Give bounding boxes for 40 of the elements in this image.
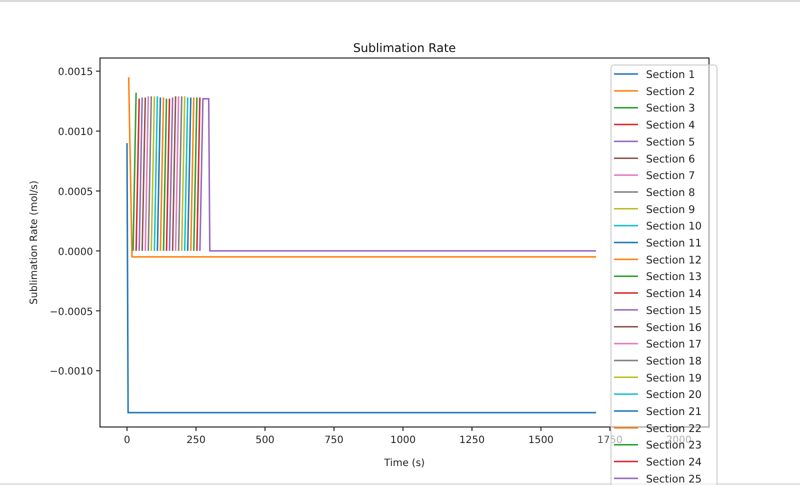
x-tick-label: 500 (255, 435, 275, 446)
legend-label: Section 9 (646, 204, 696, 216)
legend-label: Section 5 (646, 136, 696, 148)
legend-label: Section 14 (646, 288, 702, 300)
y-axis-label: Sublimation Rate (mol/s) (29, 180, 40, 304)
y-tick-label: −0.0005 (50, 306, 93, 318)
y-tick-label: 0.0000 (58, 246, 93, 258)
y-tick-label: −0.0010 (50, 366, 93, 378)
legend-label: Section 12 (646, 254, 702, 266)
x-tick-label: 750 (324, 435, 344, 446)
legend-label: Section 4 (646, 120, 696, 132)
legend-label: Section 6 (646, 153, 696, 166)
x-tick-label: 250 (186, 435, 206, 446)
legend-label: Section 24 (646, 456, 702, 469)
legend-label: Section 13 (646, 271, 702, 284)
legend-label: Section 7 (646, 170, 696, 182)
y-tick-label: 0.0015 (58, 67, 93, 78)
x-tick-label: 0 (124, 435, 130, 446)
chart-title: Sublimation Rate (353, 41, 456, 55)
legend-label: Section 19 (646, 372, 702, 384)
legend-label: Section 16 (646, 322, 702, 334)
legend-label: Section 15 (646, 304, 702, 317)
legend-label: Section 25 (646, 473, 702, 485)
x-tick-label: 1000 (390, 435, 416, 446)
legend-label: Section 21 (646, 406, 702, 418)
y-tick-label: 0.0010 (58, 127, 93, 138)
legend-label: Section 11 (646, 238, 702, 250)
legend-label: Section 8 (646, 186, 696, 199)
x-axis-label: Time (s) (384, 458, 425, 469)
legend-label: Section 20 (646, 389, 702, 402)
legend-label: Section 2 (646, 86, 696, 98)
legend-label: Section 17 (646, 338, 702, 351)
x-tick-label: 1250 (459, 435, 485, 446)
y-tick-label: 0.0005 (58, 186, 93, 198)
legend-label: Section 18 (646, 355, 702, 368)
legend-label: Section 22 (646, 422, 702, 435)
x-tick-label: 1500 (528, 435, 554, 446)
legend-label: Section 10 (646, 220, 702, 233)
legend-label: Section 1 (646, 69, 696, 81)
legend-label: Section 3 (646, 102, 696, 115)
